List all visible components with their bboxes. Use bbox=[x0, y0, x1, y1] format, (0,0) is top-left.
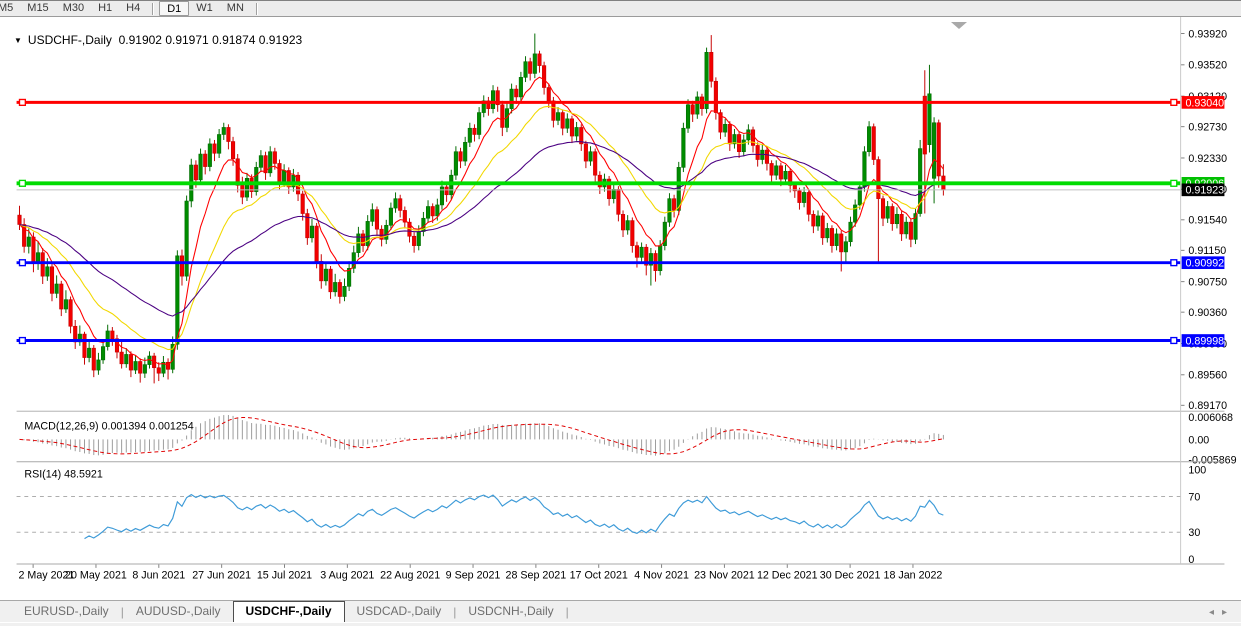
trading-platform-window: M5M15M30H1H4 D1W1MN ▼ USDCHF-,Daily 0.9190… bbox=[0, 0, 1241, 626]
main-price-pane[interactable] bbox=[17, 34, 1181, 384]
date-tick-label: 4 Nov 2021 bbox=[634, 570, 689, 582]
chart-title: ▼ USDCHF-,Daily 0.91902 0.91971 0.91874 0… bbox=[14, 33, 302, 61]
price-tick-label: 0.90750 bbox=[1188, 277, 1227, 289]
date-axis: 2 May 202120 May 20218 Jun 202127 Jun 20… bbox=[19, 564, 943, 582]
resistance-line-right-handle[interactable] bbox=[1171, 99, 1177, 105]
chart-tab-audusd[interactable]: AUDUSD-,Daily bbox=[124, 602, 233, 622]
macd-axis-label: 0.00 bbox=[1188, 434, 1209, 446]
timeframe-button-w1[interactable]: W1 bbox=[189, 1, 220, 16]
price-tick-label: 0.90360 bbox=[1188, 307, 1227, 319]
support-line-1-price-badge-text: 0.90992 bbox=[1185, 258, 1224, 270]
symbol-dropdown-icon[interactable]: ▼ bbox=[14, 36, 22, 45]
date-tick-label: 8 Jun 2021 bbox=[132, 570, 185, 582]
date-tick-label: 20 May 2021 bbox=[65, 570, 127, 582]
date-tick-label: 15 Jul 2021 bbox=[257, 570, 312, 582]
chart-tab-usdcnh[interactable]: USDCNH-,Daily bbox=[456, 602, 565, 622]
candles-layer bbox=[18, 34, 945, 384]
support-line-2-right-handle[interactable] bbox=[1171, 338, 1177, 344]
chart-canvas[interactable]: MACD(12,26,9) 0.001394 0.001254 RSI(14) 4… bbox=[0, 17, 1241, 600]
price-tick-label: 0.92730 bbox=[1188, 122, 1227, 134]
rsi-label: RSI(14) 48.5921 bbox=[24, 468, 102, 480]
date-tick-label: 22 Aug 2021 bbox=[380, 570, 440, 582]
date-tick-label: 30 Dec 2021 bbox=[820, 570, 881, 582]
timeframe-toolbar: M5M15M30H1H4 D1W1MN bbox=[0, 1, 1241, 17]
date-tick-label: 27 Jun 2021 bbox=[192, 570, 251, 582]
date-tick-label: 12 Dec 2021 bbox=[757, 570, 818, 582]
rsi-pane[interactable]: RSI(14) 48.5921 bbox=[17, 468, 1181, 538]
chart-tab-eurusd[interactable]: EURUSD-,Daily bbox=[12, 602, 121, 622]
date-tick-label: 23 Nov 2021 bbox=[694, 570, 755, 582]
high-value: 0.91971 bbox=[165, 33, 208, 47]
price-tick-label: 0.92330 bbox=[1188, 153, 1227, 165]
chart-symbol-label: USDCHF-,Daily bbox=[28, 33, 112, 47]
price-tick-label: 0.89170 bbox=[1188, 400, 1227, 412]
timeframe-button-mn[interactable]: MN bbox=[220, 1, 251, 16]
support-line-2-price-badge-text: 0.89998 bbox=[1185, 335, 1224, 347]
status-strip bbox=[0, 622, 1241, 626]
macd-label: MACD(12,26,9) 0.001394 0.001254 bbox=[24, 421, 193, 433]
date-tick-label: 28 Sep 2021 bbox=[506, 570, 567, 582]
toolbar-separator bbox=[256, 3, 258, 15]
chart-shift-marker-icon[interactable] bbox=[951, 22, 967, 29]
pivot-line-right-handle[interactable] bbox=[1171, 180, 1177, 186]
price-tick-label: 0.93520 bbox=[1188, 60, 1227, 72]
timeframe-button-h4[interactable]: H4 bbox=[119, 1, 147, 16]
price-tick-label: 0.89560 bbox=[1188, 370, 1227, 382]
chart-tabs-bar: EURUSD-,Daily | AUDUSD-,DailyUSDCHF-,Daily… bbox=[0, 600, 1241, 622]
macd-axis-label: 0.006068 bbox=[1188, 412, 1233, 424]
timeframe-button-m30[interactable]: M30 bbox=[56, 1, 91, 16]
price-tick-label: 0.91150 bbox=[1188, 245, 1226, 257]
date-tick-label: 18 Jan 2022 bbox=[884, 570, 943, 582]
current-price-badge-text: 0.91923 bbox=[1185, 185, 1224, 197]
date-tick-label: 3 Aug 2021 bbox=[320, 570, 374, 582]
macd-pane[interactable]: MACD(12,26,9) 0.001394 0.001254 bbox=[19, 415, 943, 456]
pivot-line-left-handle[interactable] bbox=[19, 180, 25, 186]
timeframe-button-m5[interactable]: M5 bbox=[0, 1, 20, 16]
ma-fast-line bbox=[19, 77, 943, 365]
chart-tab-usdchf[interactable]: USDCHF-,Daily bbox=[233, 601, 345, 622]
price-tick-label: 0.91540 bbox=[1188, 215, 1227, 227]
rsi-axis-label: 30 bbox=[1188, 527, 1200, 539]
price-axis: 0.939200.935200.931200.927300.923300.919… bbox=[1181, 28, 1237, 566]
open-value: 0.91902 bbox=[119, 33, 162, 47]
rsi-axis-label: 70 bbox=[1188, 491, 1200, 503]
rsi-axis-label: 100 bbox=[1188, 464, 1206, 476]
timeframe-button-h1[interactable]: H1 bbox=[91, 1, 119, 16]
tab-separator: | bbox=[566, 603, 569, 622]
support-line-1-right-handle[interactable] bbox=[1171, 260, 1177, 266]
tab-scroll-arrows[interactable]: ◂▸ bbox=[1209, 607, 1235, 618]
chart-tab-usdcad[interactable]: USDCAD-,Daily bbox=[345, 602, 454, 622]
close-value: 0.91923 bbox=[259, 33, 302, 47]
support-line-1-left-handle[interactable] bbox=[19, 260, 25, 266]
price-tick-label: 0.93920 bbox=[1188, 28, 1227, 40]
resistance-line-price-badge-text: 0.93040 bbox=[1185, 97, 1224, 109]
resistance-line-left-handle[interactable] bbox=[19, 99, 25, 105]
date-tick-label: 17 Oct 2021 bbox=[570, 570, 628, 582]
support-line-2-left-handle[interactable] bbox=[19, 338, 25, 344]
low-value: 0.91874 bbox=[212, 33, 255, 47]
timeframe-button-m15[interactable]: M15 bbox=[20, 1, 55, 16]
ohlc-spacer bbox=[112, 33, 119, 47]
date-tick-label: 9 Sep 2021 bbox=[446, 570, 501, 582]
timeframe-button-d1[interactable]: D1 bbox=[159, 1, 189, 16]
toolbar-separator bbox=[152, 3, 154, 15]
